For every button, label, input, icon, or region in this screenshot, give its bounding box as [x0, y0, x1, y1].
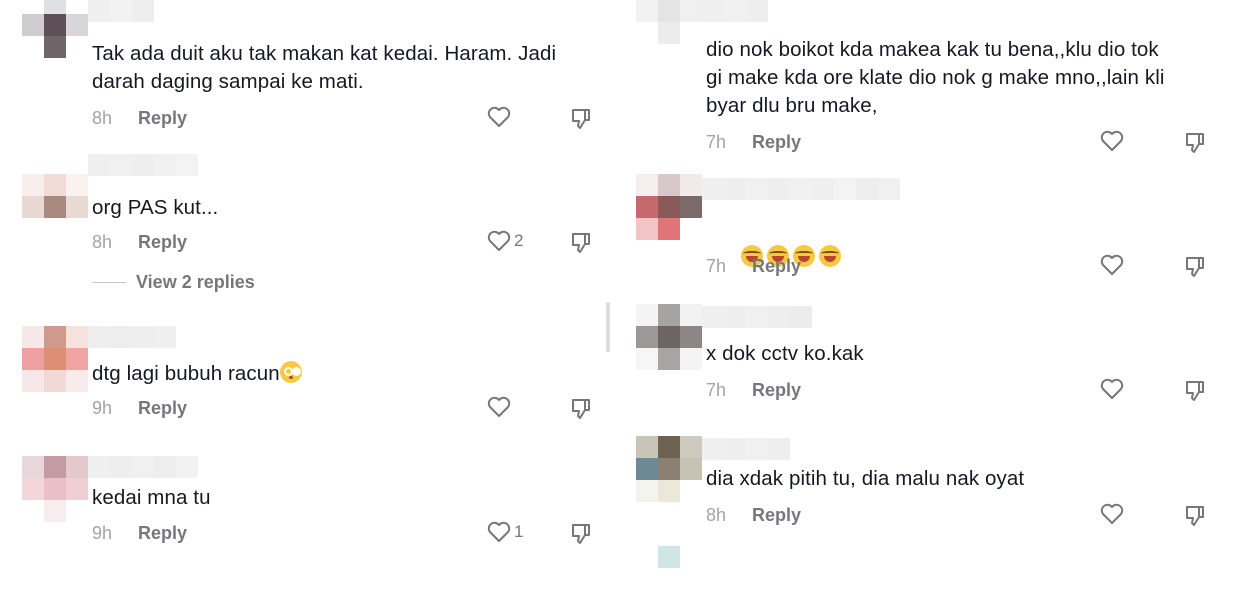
comment-meta: 7h Reply	[706, 378, 801, 402]
comment-meta: 9h Reply	[92, 396, 187, 420]
like-count: 2	[514, 231, 524, 250]
comment-time: 7h	[706, 379, 727, 400]
like-button[interactable]	[487, 106, 511, 128]
laughing-tears-icon	[818, 245, 841, 267]
heart-outline-icon	[487, 230, 511, 251]
heart-outline-icon	[487, 106, 511, 127]
avatar[interactable]	[636, 546, 702, 612]
reply-button[interactable]: Reply	[752, 380, 801, 401]
comment-time: 8h	[92, 231, 113, 252]
comment-meta: 8h Reply	[92, 230, 187, 254]
reply-button[interactable]: Reply	[138, 523, 187, 544]
comment-text: x dok cctv ko.kak	[706, 342, 864, 365]
avatar[interactable]	[22, 174, 88, 240]
avatar[interactable]	[22, 0, 88, 58]
heart-outline-icon	[487, 521, 511, 542]
comment-time: 9h	[92, 522, 113, 543]
comments-column-left: Tak ada duit aku tak makan kat kedai. Ha…	[0, 0, 610, 567]
heart-outline-icon	[1100, 503, 1124, 524]
view-replies-button[interactable]: View 2 replies	[92, 272, 255, 293]
username-blurred[interactable]	[88, 456, 198, 478]
comment-text: kedai mna tu	[92, 486, 211, 509]
heart-outline-icon	[487, 396, 511, 417]
like-button[interactable]	[1100, 130, 1124, 152]
avatar[interactable]	[636, 304, 702, 370]
thumbs-down-icon[interactable]	[569, 107, 593, 131]
comment-text: dia xdak pitih tu, dia malu nak oyat	[706, 467, 1025, 490]
flushed-face-icon	[279, 361, 302, 383]
comment-meta: 8h Reply	[92, 106, 187, 130]
reply-button[interactable]: Reply	[138, 398, 187, 419]
reply-button[interactable]: Reply	[138, 232, 187, 253]
comment-text: Tak ada duit aku tak makan kat kedai. Ha…	[92, 42, 557, 93]
comment-text: dio nok boikot kda makea kak tu bena,,kl…	[706, 38, 1165, 117]
username-blurred[interactable]	[702, 0, 768, 22]
username-blurred[interactable]	[702, 306, 812, 328]
reply-button[interactable]: Reply	[752, 256, 801, 277]
username-blurred[interactable]	[702, 178, 900, 200]
comment-text-content: dtg lagi bubuh racun	[92, 362, 280, 385]
comment-meta: 8h Reply	[706, 503, 801, 527]
heart-outline-icon	[1100, 378, 1124, 399]
avatar[interactable]	[636, 436, 702, 502]
reply-button[interactable]: Reply	[752, 132, 801, 153]
like-count: 1	[514, 522, 524, 541]
like-button[interactable]	[1100, 254, 1124, 276]
comments-column-right: dio nok boikot kda makea kak tu bena,,kl…	[620, 0, 1240, 568]
comment-time: 7h	[706, 131, 727, 152]
thumbs-down-icon[interactable]	[569, 231, 593, 255]
like-button[interactable]: 1	[487, 521, 523, 543]
scrollbar-thumb[interactable]	[606, 302, 610, 352]
view-replies-label: View 2 replies	[136, 272, 255, 292]
thumbs-down-icon[interactable]	[1183, 131, 1207, 155]
reply-button[interactable]: Reply	[138, 108, 187, 129]
comment-time: 8h	[92, 107, 113, 128]
comment-meta: 7h Reply	[706, 130, 801, 154]
comment-text: org PAS kut...	[92, 196, 219, 219]
username-blurred[interactable]	[88, 326, 176, 348]
avatar[interactable]	[636, 0, 702, 44]
comment-meta: 7h Reply	[706, 254, 801, 278]
heart-outline-icon	[1100, 130, 1124, 151]
like-button[interactable]	[1100, 378, 1124, 400]
avatar[interactable]	[22, 326, 88, 392]
heart-outline-icon	[1100, 254, 1124, 275]
like-button[interactable]: 2	[487, 230, 523, 252]
comment-time: 7h	[706, 255, 727, 276]
thumbs-down-icon[interactable]	[569, 522, 593, 546]
username-blurred[interactable]	[702, 438, 790, 460]
comment-time: 9h	[92, 397, 113, 418]
username-blurred[interactable]	[88, 0, 154, 22]
comment-text: dtg lagi bubuh racun	[92, 360, 306, 388]
thumbs-down-icon[interactable]	[569, 397, 593, 421]
comment-meta: 9h Reply	[92, 521, 187, 545]
reply-button[interactable]: Reply	[752, 505, 801, 526]
like-button[interactable]	[487, 396, 511, 418]
thumbs-down-icon[interactable]	[1183, 255, 1207, 279]
like-button[interactable]	[1100, 503, 1124, 525]
thumbs-down-icon[interactable]	[1183, 504, 1207, 528]
thumbs-down-icon[interactable]	[1183, 379, 1207, 403]
avatar[interactable]	[636, 174, 702, 240]
username-blurred[interactable]	[88, 154, 198, 176]
comment-time: 8h	[706, 504, 727, 525]
avatar[interactable]	[22, 456, 88, 522]
divider-line	[92, 282, 126, 283]
